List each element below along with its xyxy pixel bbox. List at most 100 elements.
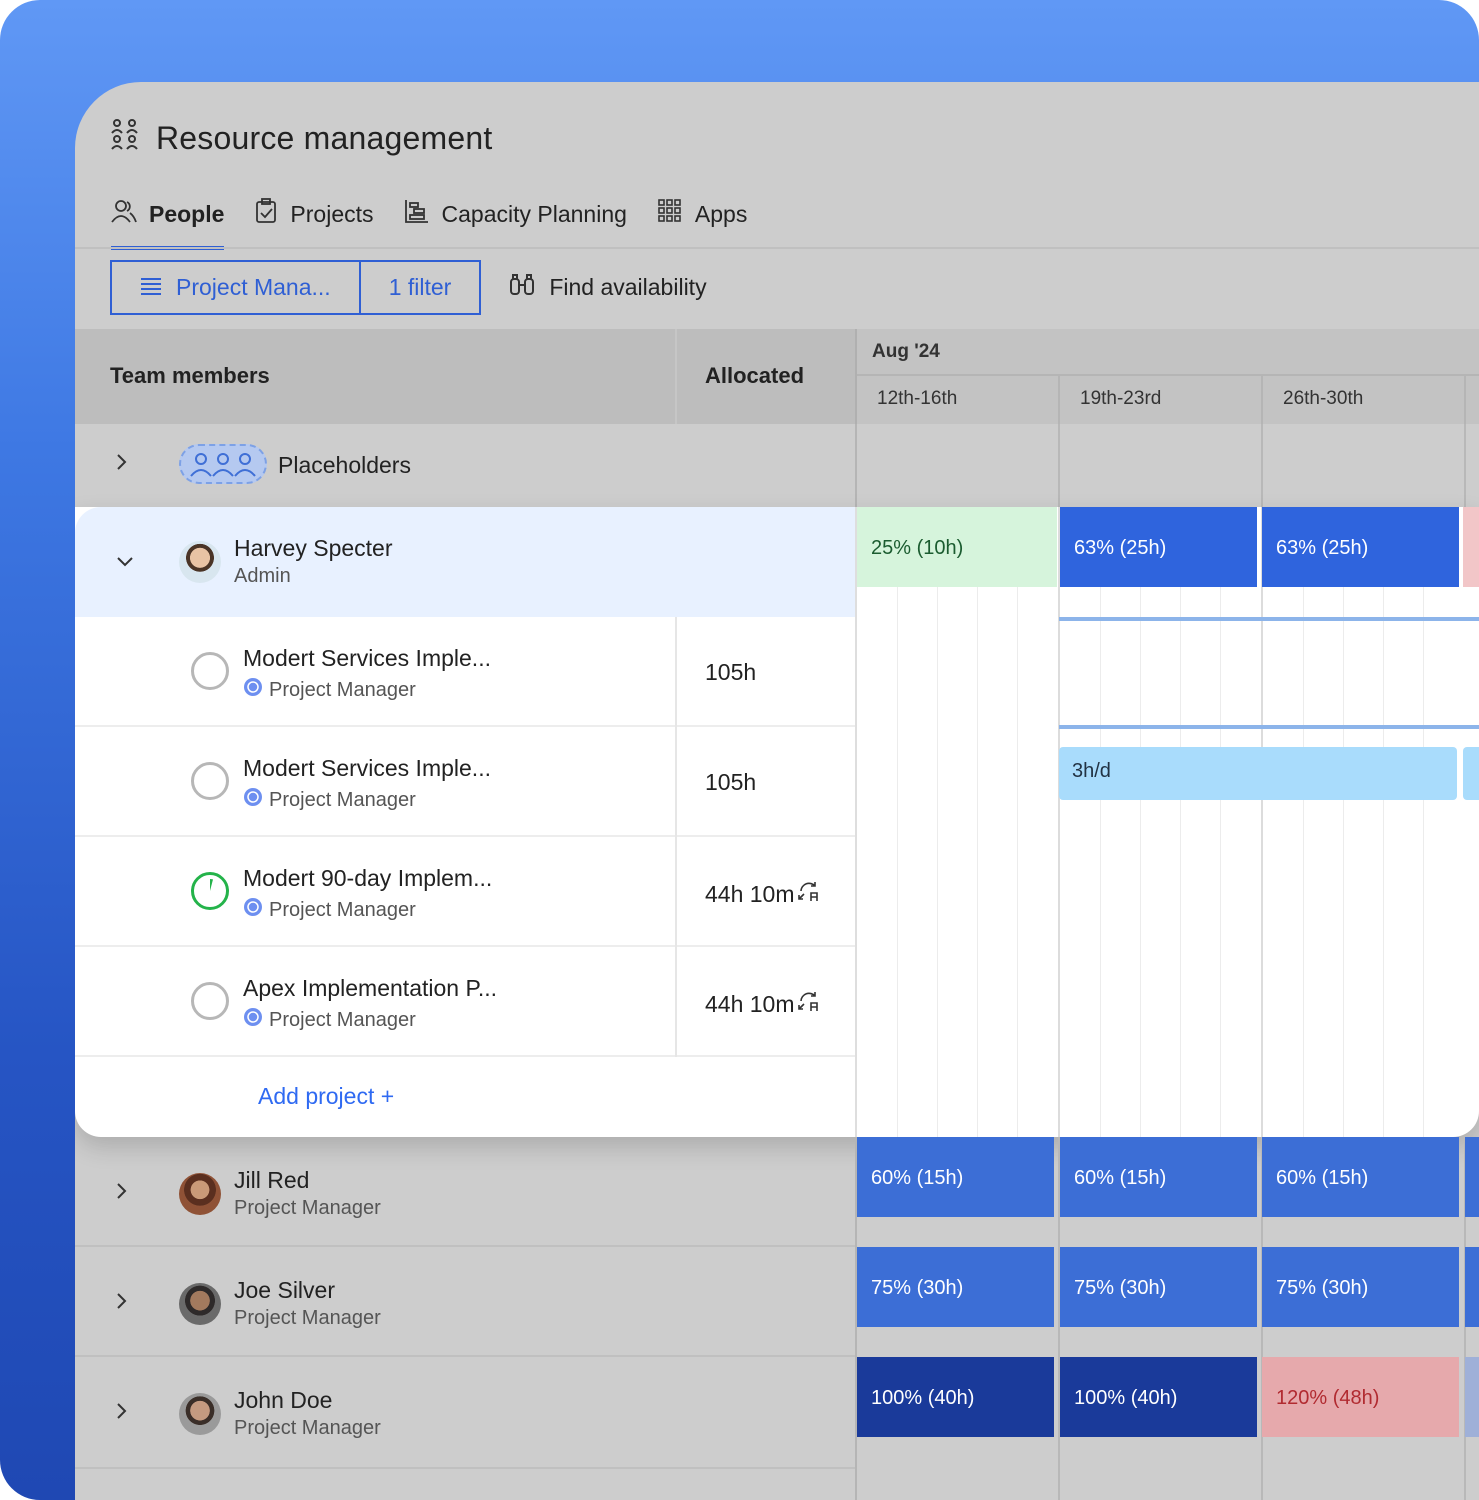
allocation-bar[interactable]: 63% (25h): [1262, 507, 1459, 587]
project-name: Modert Services Imple...: [243, 645, 491, 671]
project-role-label: Project Manager: [269, 788, 416, 811]
member-row-joe[interactable]: Joe Silver Project Manager 75% (30h) 75%…: [75, 1247, 1479, 1357]
placeholders-label: Placeholders: [278, 452, 411, 478]
chevron-right-icon[interactable]: [115, 1291, 129, 1317]
assignment-line[interactable]: [1059, 617, 1479, 621]
add-project-button[interactable]: Add project +: [258, 1083, 394, 1110]
column-divider: [675, 947, 677, 1057]
day-gridline: [1017, 507, 1018, 1137]
day-gridline: [897, 507, 898, 1137]
member-role: Admin: [234, 565, 291, 587]
binoculars-icon: [509, 273, 535, 303]
allocation-bar[interactable]: 60% (15h): [1262, 1137, 1459, 1217]
week-gridline: [1058, 507, 1060, 1137]
project-role-label: Project Manager: [269, 898, 416, 921]
timeline-icon: [404, 198, 430, 230]
project-hours-group: 44h 10m: [705, 879, 821, 909]
clipboard-icon: [254, 198, 278, 230]
weeks-row: 12th-16th 19th-23rd 26th-30th: [857, 374, 1479, 426]
column-divider: [675, 837, 677, 947]
allocation-bar-over[interactable]: 120% (48h): [1262, 1357, 1459, 1437]
people-group-icon: [110, 117, 142, 159]
status-circle-icon[interactable]: [191, 762, 229, 800]
project-name: Apex Implementation P...: [243, 975, 497, 1001]
role-badge-icon: [243, 677, 263, 703]
recurring-icon: [797, 989, 821, 1019]
project-name: Modert Services Imple...: [243, 755, 491, 781]
week-gridlines: [857, 424, 1479, 507]
member-row-jill[interactable]: Jill Red Project Manager 60% (15h) 60% (…: [75, 1137, 1479, 1247]
tab-label: People: [149, 200, 225, 227]
project-hours-group: 44h 10m: [705, 989, 821, 1019]
week-label: 19th-23rd: [1060, 376, 1263, 426]
column-divider: [675, 727, 677, 837]
week-label: 12th-16th: [857, 376, 1060, 426]
project-hours: 44h 10m: [705, 880, 795, 907]
app-title-text: Resource management: [156, 119, 493, 156]
filter-label: 1 filter: [388, 274, 452, 300]
status-circle-icon[interactable]: [191, 652, 229, 690]
project-role: Project Manager: [243, 897, 416, 923]
allocation-bar-partial: [1465, 1357, 1479, 1437]
allocation-bar-partial: [1463, 507, 1479, 587]
tabs-divider: [75, 247, 1479, 249]
tab-label: Capacity Planning: [441, 200, 627, 227]
project-row[interactable]: Modert 90-day Implem... Project Manager …: [75, 837, 855, 947]
grid-icon: [657, 198, 683, 230]
card-timeline: [855, 507, 1479, 1137]
allocation-bar[interactable]: 60% (15h): [857, 1137, 1054, 1217]
allocation-bar[interactable]: 63% (25h): [1060, 507, 1257, 587]
placeholders-row[interactable]: Placeholders: [75, 424, 1479, 507]
find-availability-button[interactable]: Find availability: [509, 273, 707, 303]
allocation-bar[interactable]: 100% (40h): [1060, 1357, 1257, 1437]
filter-group: Project Mana... 1 filter: [110, 260, 482, 315]
project-hours: 105h: [705, 769, 757, 795]
chevron-right-icon[interactable]: [115, 1401, 129, 1427]
view-select-button[interactable]: Project Mana...: [112, 262, 359, 313]
chevron-right-icon[interactable]: [115, 1181, 129, 1207]
project-role-label: Project Manager: [269, 1008, 416, 1031]
role-badge-icon: [243, 787, 263, 813]
tab-people[interactable]: People: [111, 194, 225, 250]
progress-circle-icon[interactable]: [191, 872, 229, 910]
column-header-allocated[interactable]: Allocated: [705, 363, 804, 389]
chevron-right-icon[interactable]: [115, 452, 129, 478]
assignment-bar[interactable]: 3h/d: [1059, 747, 1457, 800]
day-gridline: [1100, 507, 1101, 1137]
day-gridline: [1140, 507, 1141, 1137]
filter-button[interactable]: 1 filter: [358, 262, 480, 313]
tab-label: Apps: [694, 200, 748, 227]
column-header-team-members[interactable]: Team members: [110, 363, 270, 389]
column-divider: [675, 329, 677, 424]
assignment-bar-partial[interactable]: [1463, 747, 1479, 800]
chevron-down-icon[interactable]: [115, 549, 135, 575]
allocation-bar[interactable]: 100% (40h): [857, 1357, 1054, 1437]
main-tabs: People Projects Capacity Planning Apps: [111, 194, 747, 250]
project-role: Project Manager: [243, 677, 416, 703]
tab-projects[interactable]: Projects: [254, 194, 374, 234]
role-badge-icon: [243, 1007, 263, 1033]
find-availability-label: Find availability: [549, 274, 707, 300]
project-row[interactable]: Modert Services Imple... Project Manager…: [75, 617, 855, 727]
day-gridline: [1423, 507, 1424, 1137]
assignment-line[interactable]: [1059, 725, 1479, 729]
member-row-harvey[interactable]: Harvey Specter Admin: [75, 507, 855, 617]
member-row-john[interactable]: John Doe Project Manager 100% (40h) 100%…: [75, 1357, 1479, 1500]
app-panel: Resource management People Projects Capa…: [75, 82, 1479, 1500]
allocation-bar[interactable]: 60% (15h): [1060, 1137, 1257, 1217]
allocation-bar[interactable]: 75% (30h): [1262, 1247, 1459, 1327]
day-gridline: [1383, 507, 1384, 1137]
allocation-bar[interactable]: 75% (30h): [857, 1247, 1054, 1327]
allocation-bar[interactable]: 25% (10h): [857, 507, 1057, 587]
status-circle-icon[interactable]: [191, 982, 229, 1020]
project-row[interactable]: Apex Implementation P... Project Manager…: [75, 947, 855, 1057]
project-row[interactable]: Modert Services Imple... Project Manager…: [75, 727, 855, 837]
member-name: Harvey Specter: [234, 535, 393, 561]
week-gridline: [1058, 424, 1060, 507]
tab-capacity-planning[interactable]: Capacity Planning: [404, 194, 627, 234]
timeline-header: Aug '24 12th-16th 19th-23rd 26th-30th: [855, 329, 1479, 426]
allocation-bar[interactable]: 75% (30h): [1060, 1247, 1257, 1327]
tab-apps[interactable]: Apps: [657, 194, 747, 234]
member-name: John Doe: [234, 1387, 333, 1413]
avatar: [179, 1173, 221, 1215]
